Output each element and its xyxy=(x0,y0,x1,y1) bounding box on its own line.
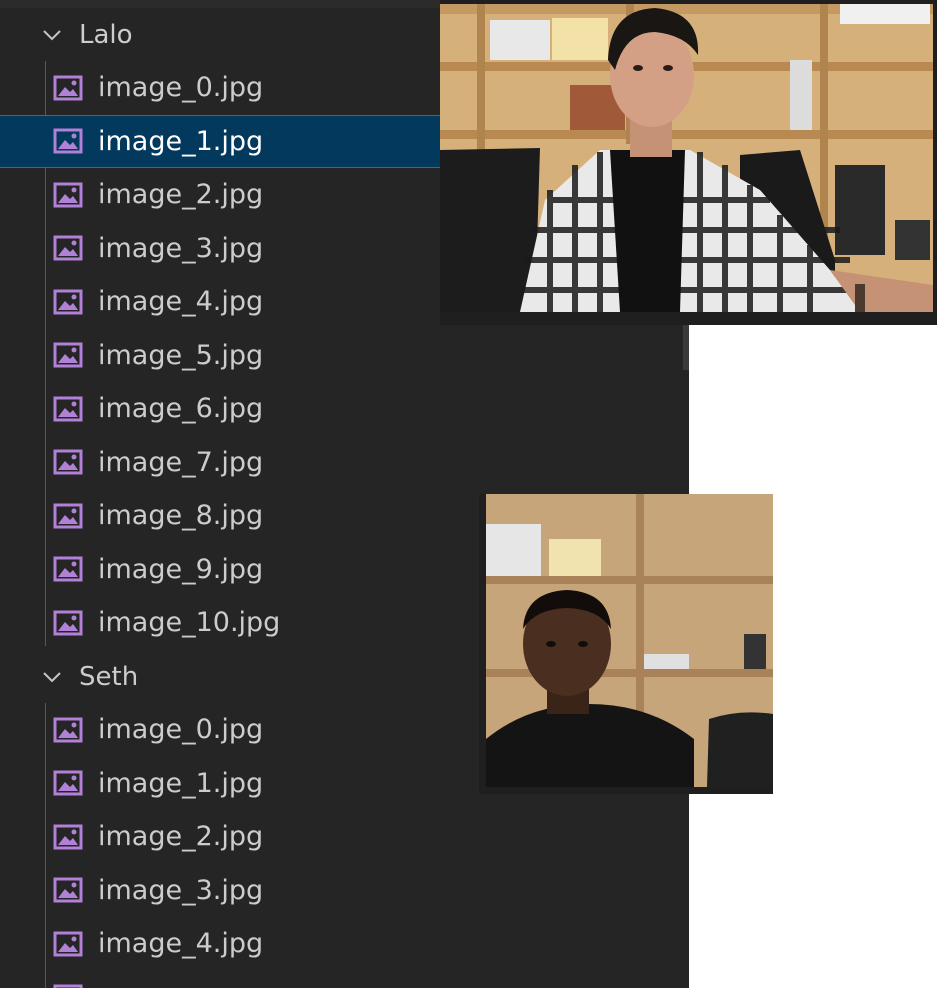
image-file-icon xyxy=(53,717,83,742)
image-file-icon xyxy=(53,556,83,582)
file-row[interactable]: image_7.jpg xyxy=(0,436,689,489)
file-label: image_1.jpg xyxy=(98,767,264,799)
image-file-icon xyxy=(53,877,83,903)
file-row[interactable]: image_6.jpg xyxy=(0,382,689,435)
file-label: image_0.jpg xyxy=(98,714,264,745)
image-file-icon xyxy=(53,182,83,207)
image-file-icon xyxy=(53,342,83,368)
file-label: image_8.jpg xyxy=(98,500,264,531)
folder-label: Lalo xyxy=(79,19,133,50)
file-row[interactable]: image_4.jpg xyxy=(0,917,689,970)
image-file-icon xyxy=(53,289,83,314)
image-file-icon xyxy=(53,824,83,849)
file-label: image_2.jpg xyxy=(98,179,264,210)
image-file-icon xyxy=(53,449,83,475)
file-label: image_3.jpg xyxy=(98,874,264,906)
image-file-icon xyxy=(53,931,83,956)
image-file-icon xyxy=(53,75,83,100)
image-file-icon xyxy=(53,235,83,261)
image-preview-large xyxy=(440,0,937,325)
image-preview-small xyxy=(479,494,773,794)
screenshot-stage: Lalo image_0.jpg image_1.jpg image_2.jpg im… xyxy=(0,0,937,988)
photo-man-black-tshirt xyxy=(479,494,773,794)
file-label: image_7.jpg xyxy=(98,446,264,478)
chevron-down-icon xyxy=(43,29,61,40)
file-label: image_4.jpg xyxy=(98,286,264,317)
file-label: image_3.jpg xyxy=(98,232,264,264)
file-row[interactable]: image_3.jpg xyxy=(0,864,689,917)
image-file-icon xyxy=(53,770,83,796)
file-row-partial[interactable] xyxy=(0,970,689,988)
file-label: image_9.jpg xyxy=(98,553,264,585)
file-label: image_6.jpg xyxy=(98,393,264,424)
file-label: image_1.jpg xyxy=(98,125,264,157)
file-label: image_5.jpg xyxy=(98,339,264,371)
file-label: image_0.jpg xyxy=(98,72,264,103)
file-label: image_4.jpg xyxy=(98,928,264,959)
folder-label: Seth xyxy=(79,661,139,692)
scrollbar-thumb[interactable] xyxy=(683,325,689,370)
image-file-icon xyxy=(53,610,83,635)
file-label: image_10.jpg xyxy=(98,607,281,638)
image-file-icon xyxy=(53,128,83,154)
file-row[interactable]: image_2.jpg xyxy=(0,810,689,863)
chevron-down-icon xyxy=(43,671,61,682)
image-file-icon xyxy=(53,396,83,421)
photo-man-plaid-shirt xyxy=(440,0,937,325)
file-row[interactable]: image_5.jpg xyxy=(0,329,689,382)
image-file-icon xyxy=(53,984,83,988)
file-label: image_2.jpg xyxy=(98,821,264,852)
image-file-icon xyxy=(53,503,83,528)
